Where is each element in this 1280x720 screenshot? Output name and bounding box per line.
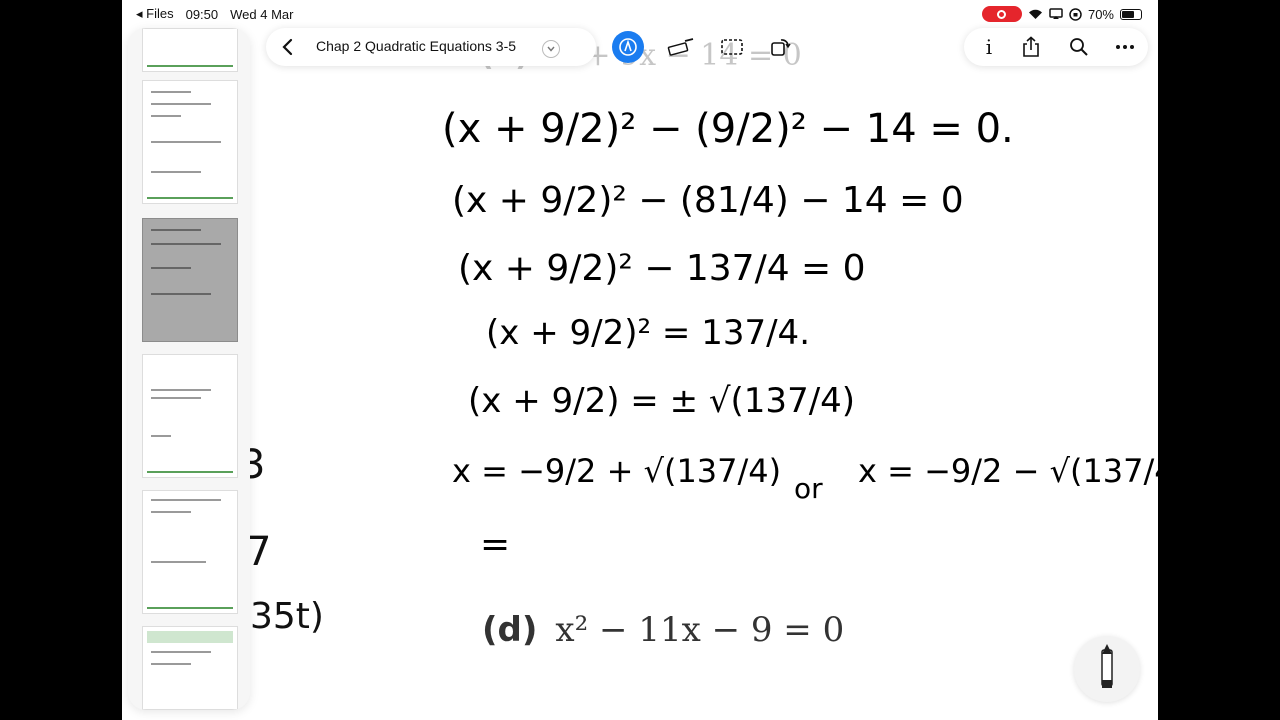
info-icon: i xyxy=(985,35,993,59)
page-thumbnails-sidebar[interactable] xyxy=(128,28,250,710)
pen-circle-icon xyxy=(619,38,637,56)
hw-line-6b: x = −9/2 − √(137/4) xyxy=(858,452,1158,490)
hw-line-1: (x + 9/2)² − (9/2)² − 14 = 0. xyxy=(442,106,1014,152)
thumb-line xyxy=(151,115,181,117)
page-thumbnail-3-selected[interactable] xyxy=(142,218,238,342)
thumb-line xyxy=(151,663,191,665)
document-title[interactable]: Chap 2 Quadratic Equations 3-5 xyxy=(316,38,516,54)
thumb-line xyxy=(151,171,201,173)
markup-tool-button[interactable] xyxy=(666,34,696,60)
hw-or: or xyxy=(794,472,823,505)
thumb-line xyxy=(151,229,201,231)
question-eq-d: x² − 11x − 9 = 0 xyxy=(555,610,845,650)
thumb-line xyxy=(151,141,221,143)
page-thumbnail-6[interactable] xyxy=(142,626,238,710)
chevron-down-icon xyxy=(547,46,555,52)
hw-line-4: (x + 9/2)² = 137/4. xyxy=(486,313,810,353)
pencil-tool-button[interactable] xyxy=(1074,636,1140,702)
thumb-header-band xyxy=(147,631,233,643)
thumb-footer xyxy=(147,471,233,473)
more-button[interactable] xyxy=(1110,32,1140,62)
status-bar: ◂ Files 09:50 Wed 4 Mar 70% xyxy=(122,0,1158,28)
thumb-line xyxy=(151,561,206,563)
printed-question-d: (d) x² − 11x − 9 = 0 xyxy=(482,610,844,650)
dashed-select-icon xyxy=(721,39,743,55)
ruler-pen-icon xyxy=(667,38,694,56)
status-date: Wed 4 Mar xyxy=(230,6,294,22)
page-thumbnail-1[interactable] xyxy=(142,28,238,72)
thumb-line xyxy=(151,499,221,501)
share-button[interactable] xyxy=(1016,32,1046,62)
thumb-line xyxy=(151,293,211,295)
thumb-line xyxy=(151,103,211,105)
drawing-tools xyxy=(600,28,800,66)
thumb-line xyxy=(151,267,191,269)
page-thumbnail-2[interactable] xyxy=(142,80,238,204)
bg-fragment-35t: 35t) xyxy=(250,596,324,637)
thumb-footer xyxy=(147,607,233,609)
ellipsis-icon xyxy=(1116,45,1134,49)
thumb-line xyxy=(151,243,221,245)
hw-line-5: (x + 9/2) = ± √(137/4) xyxy=(468,381,855,421)
hw-line-2: (x + 9/2)² − (81/4) − 14 = 0 xyxy=(452,180,964,221)
screen-mirror-icon xyxy=(1049,8,1063,19)
battery-fill xyxy=(1122,10,1134,18)
chevron-left-icon xyxy=(282,38,293,56)
record-icon xyxy=(997,9,1007,19)
thumb-line xyxy=(151,389,211,391)
thumb-line xyxy=(151,91,191,93)
screen-record-indicator[interactable] xyxy=(981,6,1022,22)
page-thumbnail-5[interactable] xyxy=(142,490,238,614)
thumb-line xyxy=(151,651,211,653)
hw-line-6a: x = −9/2 + √(137/4) xyxy=(452,452,781,490)
thumb-line xyxy=(151,435,171,437)
pen-tool-button[interactable] xyxy=(612,31,644,63)
search-icon xyxy=(1070,38,1088,56)
info-button[interactable]: i xyxy=(974,32,1004,62)
back-to-app-link[interactable]: ◂ Files xyxy=(136,6,174,22)
search-button[interactable] xyxy=(1064,32,1094,62)
thumb-footer xyxy=(147,197,233,199)
thumb-footer xyxy=(147,65,233,67)
pencil-icon xyxy=(1101,644,1113,688)
title-menu-button[interactable] xyxy=(542,40,560,58)
hw-line-3: (x + 9/2)² − 137/4 = 0 xyxy=(458,248,866,289)
rotate-icon xyxy=(771,39,791,56)
wifi-icon xyxy=(1028,9,1042,19)
back-button[interactable] xyxy=(272,32,302,62)
document-toolbar: Chap 2 Quadratic Equations 3-5 xyxy=(218,28,596,66)
status-time: 09:50 xyxy=(185,6,219,22)
battery-percent: 70% xyxy=(1087,6,1114,22)
ipad-screen: 3 7 35t) (x + 9/2)² − (9/2)² − 14 = 0. (… xyxy=(122,0,1158,720)
back-app-label: Files xyxy=(146,6,174,21)
share-icon xyxy=(1023,36,1039,57)
question-label-d: (d) xyxy=(482,610,538,650)
hw-line-7: = xyxy=(480,524,510,565)
page-thumbnail-4[interactable] xyxy=(142,354,238,478)
actions-toolbar: i xyxy=(964,28,1148,66)
rotate-button[interactable] xyxy=(766,34,794,60)
orientation-lock-icon xyxy=(1069,7,1082,21)
battery-icon xyxy=(1120,8,1142,20)
thumb-line xyxy=(151,397,201,399)
lasso-select-button[interactable] xyxy=(718,34,746,60)
thumb-line xyxy=(151,511,191,513)
